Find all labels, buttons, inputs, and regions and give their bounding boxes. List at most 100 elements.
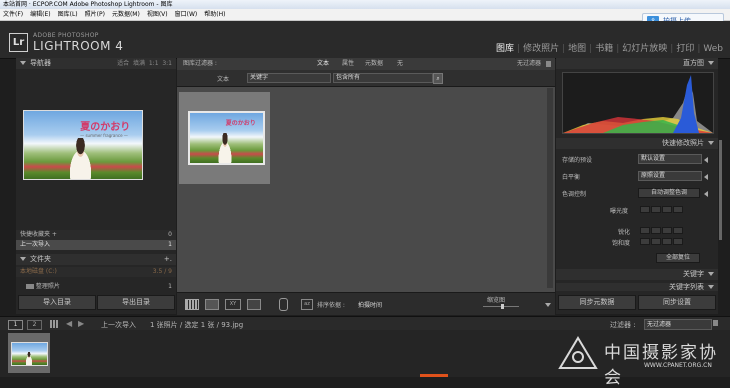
window-title: Adobe Photoshop Lightroom - 图库	[69, 1, 173, 8]
folder-count: 1	[168, 283, 172, 290]
filmstrip-thumbnail[interactable]	[11, 342, 48, 366]
menu-help[interactable]: 帮助(H)	[204, 11, 225, 18]
watermark-logo-icon	[558, 336, 598, 369]
collapse-icon	[708, 141, 714, 145]
filter-tab-none[interactable]: 无	[397, 58, 403, 70]
field-select[interactable]: 关键字	[247, 73, 331, 83]
spray-can-icon[interactable]	[279, 298, 288, 311]
lock-icon[interactable]	[546, 61, 551, 67]
tone-control-label: 色调控制	[562, 191, 587, 198]
menu-edit[interactable]: 编辑(E)	[30, 11, 50, 18]
sync-settings-button[interactable]: 同步设置	[638, 295, 716, 310]
module-map[interactable]: 地图	[568, 44, 586, 54]
previous-import-row[interactable]: 上一次导入 1	[16, 240, 176, 250]
quick-develop-header[interactable]: 快速修改照片	[556, 138, 718, 149]
grid-scrollbar[interactable]	[547, 88, 553, 288]
module-library[interactable]: 图库	[496, 44, 514, 54]
library-filter-bar: 图库过滤器 : 文本 属性 元数据 无 无过滤器	[177, 58, 555, 70]
filter-tab-metadata[interactable]: 元数据	[365, 58, 383, 70]
menu-window[interactable]: 窗口(W)	[175, 11, 198, 18]
reset-all-button[interactable]: 全部复位	[656, 253, 700, 263]
toolbar-menu-icon[interactable]	[541, 301, 555, 309]
compare-view-icon[interactable]: XY	[225, 299, 241, 310]
folder-icon	[26, 284, 34, 289]
saved-preset-select[interactable]: 默认设置	[638, 154, 702, 164]
thumb-subject	[214, 133, 236, 163]
menu-photo[interactable]: 照片(P)	[85, 11, 105, 18]
zoom-1-1[interactable]: 1:1	[149, 60, 159, 67]
survey-view-icon[interactable]	[247, 299, 261, 310]
navigator-header[interactable]: 导航器 适合 填满 1:1 3:1	[16, 58, 176, 69]
lightroom-logo: Lr	[9, 33, 28, 52]
quick-collection-label: 快捷收藏夹 +	[20, 231, 57, 238]
quick-collection-row[interactable]: 快捷收藏夹 + 0	[16, 230, 176, 240]
folders-header[interactable]: 文件夹 +.	[16, 254, 176, 265]
loupe-view-icon[interactable]	[205, 299, 219, 310]
zoom-fill[interactable]: 填满	[133, 60, 145, 67]
exposure-stepper[interactable]	[640, 206, 684, 215]
filter-lock-icon[interactable]	[713, 320, 718, 326]
grid-view-icon[interactable]	[185, 299, 199, 310]
clarity-stepper[interactable]	[640, 227, 684, 236]
module-slideshow[interactable]: 幻灯片放映	[622, 44, 667, 54]
module-print[interactable]: 打印	[676, 44, 694, 54]
sort-value[interactable]: 拍摄时间	[358, 300, 382, 309]
auto-tone-button[interactable]: 自动调整色调	[638, 188, 700, 198]
module-book[interactable]: 书籍	[595, 44, 613, 54]
disk-row[interactable]: 本地磁盘 (C:) 3.5 / 9	[16, 267, 176, 277]
menu-library[interactable]: 图库(L)	[58, 11, 78, 18]
folder-row[interactable]: 整理照片 1	[16, 282, 176, 292]
menu-metadata[interactable]: 元数据(M)	[112, 11, 140, 18]
navigator-preview[interactable]: 夏のかおり — summer fragrance —	[23, 110, 143, 180]
sync-metadata-button[interactable]: 同步元数据	[558, 295, 636, 310]
rule-select[interactable]: 包含所有	[333, 73, 433, 83]
filmstrip-source[interactable]: 上一次导入	[101, 320, 136, 330]
module-web[interactable]: Web	[703, 44, 723, 54]
right-panel-scrollbar[interactable]	[719, 140, 722, 240]
right-panel: 直方图 快速修改照片 存储的预设 默认设置 白平衡 原照设置 色调控制 自动调整…	[556, 58, 718, 314]
collapse-icon	[708, 285, 714, 289]
module-develop[interactable]: 修改照片	[523, 44, 559, 54]
white-balance-select[interactable]: 原照设置	[638, 171, 702, 181]
module-picker: 图库 | 修改照片 | 地图 | 书籍 | 幻灯片放映 | 打印 | Web	[496, 44, 723, 54]
filmstrip-bar: 1 2 ◀ ▶ 上一次导入 1 张照片 / 选定 1 张 / 93.jpg 过滤…	[0, 316, 730, 331]
text-filter-row: 文本 关键字 包含所有 ⌕	[177, 70, 555, 87]
import-button[interactable]: 导入目录	[18, 295, 96, 310]
preset-toggle-icon[interactable]	[704, 156, 708, 164]
grid-icon[interactable]	[50, 320, 59, 328]
add-folder-icon[interactable]: +.	[164, 254, 172, 265]
filmstrip-subject	[23, 351, 34, 365]
tone-toggle-icon[interactable]	[704, 190, 708, 198]
grid-view: 图库过滤器 : 文本 属性 元数据 无 无过滤器 文本 关键字 包含所有 ⌕ 夏…	[177, 58, 555, 315]
filmstrip-cell[interactable]	[8, 333, 50, 373]
thumb-title: 夏のかおり	[225, 120, 256, 127]
grid-cell-selected[interactable]: 夏のかおり	[179, 92, 270, 184]
sort-direction-icon[interactable]: az	[301, 299, 313, 310]
grid-toolbar: XY az 排序依据 : 拍摄时间 缩览图	[177, 292, 555, 315]
vibrance-stepper[interactable]	[640, 238, 684, 247]
back-arrow-icon[interactable]: ◀	[66, 319, 72, 328]
display-1-button[interactable]: 1	[8, 320, 23, 330]
thumbnail[interactable]: 夏のかおり	[188, 111, 265, 165]
filter-tab-text[interactable]: 文本	[317, 58, 329, 70]
keywording-header[interactable]: 关键字	[556, 269, 718, 280]
filter-preset[interactable]: 无过滤器	[517, 58, 541, 70]
histogram-title: 直方图	[683, 59, 704, 67]
forward-arrow-icon[interactable]: ▶	[78, 319, 84, 328]
wb-toggle-icon[interactable]	[704, 173, 708, 181]
slider-handle[interactable]	[501, 304, 504, 309]
display-2-button[interactable]: 2	[27, 320, 42, 330]
histogram-header[interactable]: 直方图	[556, 58, 718, 69]
search-icon[interactable]: ⌕	[433, 73, 443, 84]
title-prefix: 本站首网 · ECPOP.COM	[3, 1, 68, 8]
filter-tab-attribute[interactable]: 属性	[342, 58, 354, 70]
keyword-list-header[interactable]: 关键字列表	[556, 283, 718, 291]
export-button[interactable]: 导出目录	[97, 295, 175, 310]
menu-view[interactable]: 视图(V)	[147, 11, 168, 18]
collapse-icon	[20, 61, 26, 65]
filter-select[interactable]: 无过滤器	[644, 319, 712, 330]
zoom-fit[interactable]: 适合	[117, 60, 129, 67]
title-bar: 本站首网 · ECPOP.COM Adobe Photoshop Lightro…	[0, 0, 730, 9]
zoom-3-1[interactable]: 3:1	[162, 60, 172, 67]
menu-file[interactable]: 文件(F)	[3, 11, 23, 18]
